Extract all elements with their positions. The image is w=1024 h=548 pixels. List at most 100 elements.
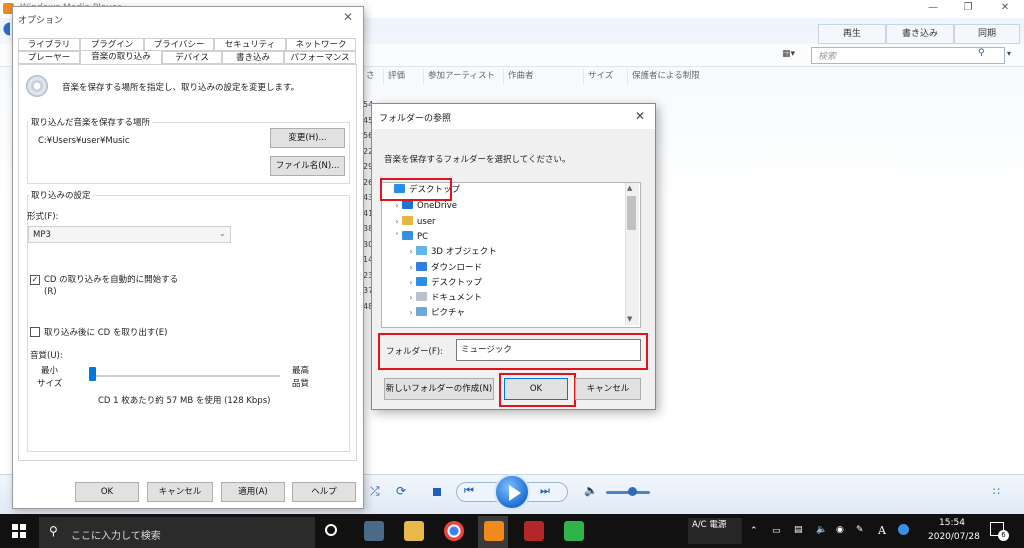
tree-item[interactable]: › user bbox=[392, 214, 436, 229]
play-button[interactable] bbox=[494, 474, 530, 510]
options-cancel-button[interactable]: キャンセル bbox=[147, 482, 213, 502]
tab-library[interactable]: ライブラリ bbox=[18, 38, 80, 51]
column-header-parental-rating[interactable]: 保護者による制限 bbox=[628, 68, 758, 84]
calculator-icon[interactable] bbox=[364, 521, 384, 541]
quality-slider-track[interactable] bbox=[92, 375, 280, 377]
close-icon[interactable]: ✕ bbox=[343, 10, 353, 24]
search-dropdown-icon[interactable]: ▾ bbox=[1007, 49, 1011, 58]
close-icon[interactable]: ✕ bbox=[990, 0, 1020, 18]
tree-item[interactable]: › ドキュメント bbox=[406, 290, 482, 305]
tab-player-label: プレーヤー bbox=[27, 53, 71, 63]
tab-devices-label: デバイス bbox=[175, 53, 209, 63]
browse-cancel-button[interactable]: キャンセル bbox=[575, 378, 641, 400]
column-header[interactable]: さ bbox=[362, 68, 384, 84]
options-apply-button[interactable]: 適用(A) bbox=[221, 482, 285, 502]
tab-play[interactable]: 再生 bbox=[818, 24, 886, 44]
tab-burn[interactable]: 書き込み bbox=[886, 24, 954, 44]
library-search-input[interactable]: 検索 ⚲ bbox=[811, 47, 1005, 64]
power-status-text: A/C 電源 bbox=[692, 520, 727, 530]
tab-privacy-label: プライバシー bbox=[153, 40, 205, 50]
switch-to-now-playing-icon[interactable]: ∷ bbox=[993, 485, 1000, 498]
library-search-placeholder: 検索 bbox=[818, 52, 837, 62]
chevron-right-icon[interactable]: › bbox=[406, 260, 416, 275]
repeat-icon[interactable]: ⟳ bbox=[396, 484, 406, 498]
chevron-right-icon[interactable]: › bbox=[406, 290, 416, 305]
folder-tree-scroll-thumb[interactable] bbox=[627, 196, 636, 230]
shuffle-icon[interactable]: ⤮ bbox=[370, 484, 380, 499]
tab-burn-options[interactable]: 書き込み bbox=[222, 51, 284, 64]
tab-player[interactable]: プレーヤー bbox=[18, 51, 80, 64]
speaker-icon[interactable]: 🔈 bbox=[816, 525, 827, 535]
format-dropdown[interactable]: MP3 ⌄ bbox=[28, 226, 231, 243]
task-view-icon[interactable] bbox=[325, 524, 337, 536]
tree-item[interactable]: › デスクトップ bbox=[406, 275, 482, 290]
column-header-rating[interactable]: 評価 bbox=[384, 68, 424, 84]
search-icon[interactable]: ⚲ bbox=[978, 48, 985, 58]
spreadsheet-icon[interactable] bbox=[564, 521, 584, 541]
cloud-sync-icon[interactable] bbox=[898, 524, 909, 535]
windows-media-player-icon[interactable] bbox=[484, 521, 504, 541]
input-mode-icon[interactable]: A bbox=[878, 524, 886, 537]
maximize-icon[interactable]: ❐ bbox=[953, 0, 983, 18]
tree-item[interactable]: › ダウンロード bbox=[406, 260, 482, 275]
scroll-down-icon[interactable]: ▼ bbox=[627, 315, 632, 323]
tab-security[interactable]: セキュリティ bbox=[214, 38, 286, 51]
folder-name-input[interactable]: ミュージック bbox=[456, 339, 641, 361]
tab-rip-music[interactable]: 音楽の取り込み bbox=[80, 50, 162, 65]
tab-sync[interactable]: 同期 bbox=[954, 24, 1020, 44]
change-location-button[interactable]: 変更(H)... bbox=[270, 128, 345, 148]
options-help-button[interactable]: ヘルプ bbox=[292, 482, 356, 502]
quality-slider-thumb[interactable] bbox=[89, 367, 96, 381]
browse-ok-button[interactable]: OK bbox=[504, 378, 568, 400]
tree-item[interactable]: › ピクチャ bbox=[406, 305, 465, 320]
antivirus-icon[interactable]: ◉ bbox=[836, 525, 844, 535]
column-header-composer[interactable]: 作曲者 bbox=[504, 68, 584, 84]
next-icon[interactable]: ⏭ bbox=[540, 484, 550, 498]
windows-start-icon[interactable] bbox=[12, 524, 26, 538]
new-folder-button[interactable]: 新しいフォルダーの作成(N) bbox=[384, 378, 494, 400]
clock-date[interactable]: 2020/07/28 bbox=[928, 532, 980, 542]
eject-after-rip-checkbox[interactable] bbox=[30, 327, 40, 337]
taskbar-search-box[interactable]: ⚲ ここに入力して検索 bbox=[39, 517, 315, 548]
chevron-right-icon[interactable]: › bbox=[406, 305, 416, 320]
close-icon[interactable]: ✕ bbox=[635, 109, 645, 123]
pen-icon[interactable]: ✎ bbox=[856, 525, 864, 535]
column-header-size[interactable]: サイズ bbox=[584, 68, 628, 84]
options-ok-button[interactable]: OK bbox=[75, 482, 139, 502]
quality-max-label-2: 品質 bbox=[292, 379, 310, 389]
rip-description: 音楽を保存する場所を指定し、取り込みの設定を変更します。 bbox=[62, 83, 300, 93]
tab-devices[interactable]: デバイス bbox=[162, 51, 222, 64]
tab-performance-label: パフォーマンス bbox=[290, 53, 350, 63]
minimize-icon[interactable]: — bbox=[918, 0, 948, 18]
power-status[interactable]: A/C 電源 bbox=[688, 518, 742, 544]
filename-button[interactable]: ファイル名(N)... bbox=[270, 156, 345, 176]
battery-icon[interactable]: ▭ bbox=[772, 526, 781, 536]
auto-rip-checkbox[interactable]: ✓ bbox=[30, 275, 40, 285]
file-explorer-icon[interactable] bbox=[404, 521, 424, 541]
scroll-up-icon[interactable]: ▲ bbox=[627, 184, 632, 192]
app-icon[interactable] bbox=[524, 521, 544, 541]
rip-settings-group-label: 取り込みの設定 bbox=[29, 189, 93, 201]
network-icon[interactable]: ▤ bbox=[794, 525, 803, 535]
tree-item[interactable]: › 3D オブジェクト bbox=[406, 244, 497, 259]
tab-performance[interactable]: パフォーマンス bbox=[284, 51, 356, 64]
format-value: MP3 bbox=[33, 230, 51, 240]
stop-icon[interactable] bbox=[433, 488, 441, 496]
clock-time[interactable]: 15:54 bbox=[939, 518, 965, 528]
chevron-up-icon[interactable]: ⌃ bbox=[750, 526, 758, 536]
column-header-artist[interactable]: 参加アーティスト bbox=[424, 68, 504, 84]
chevron-right-icon[interactable]: › bbox=[392, 214, 402, 229]
volume-thumb[interactable] bbox=[628, 487, 637, 496]
chevron-right-icon[interactable]: › bbox=[406, 275, 416, 290]
quality-min-label-2: サイズ bbox=[37, 379, 63, 389]
chrome-icon[interactable] bbox=[444, 521, 464, 541]
tree-item-label: ピクチャ bbox=[431, 308, 465, 319]
chevron-down-icon[interactable]: ˅ bbox=[392, 229, 402, 244]
previous-icon[interactable]: ⏮ bbox=[464, 484, 474, 498]
volume-icon[interactable]: 🔈 bbox=[584, 484, 598, 497]
tree-item[interactable]: ˅ PC bbox=[392, 229, 428, 244]
tab-network[interactable]: ネットワーク bbox=[286, 38, 356, 51]
back-icon[interactable] bbox=[0, 18, 10, 40]
chevron-right-icon[interactable]: › bbox=[406, 244, 416, 259]
view-options-icon[interactable]: ▦▾ bbox=[782, 49, 795, 59]
